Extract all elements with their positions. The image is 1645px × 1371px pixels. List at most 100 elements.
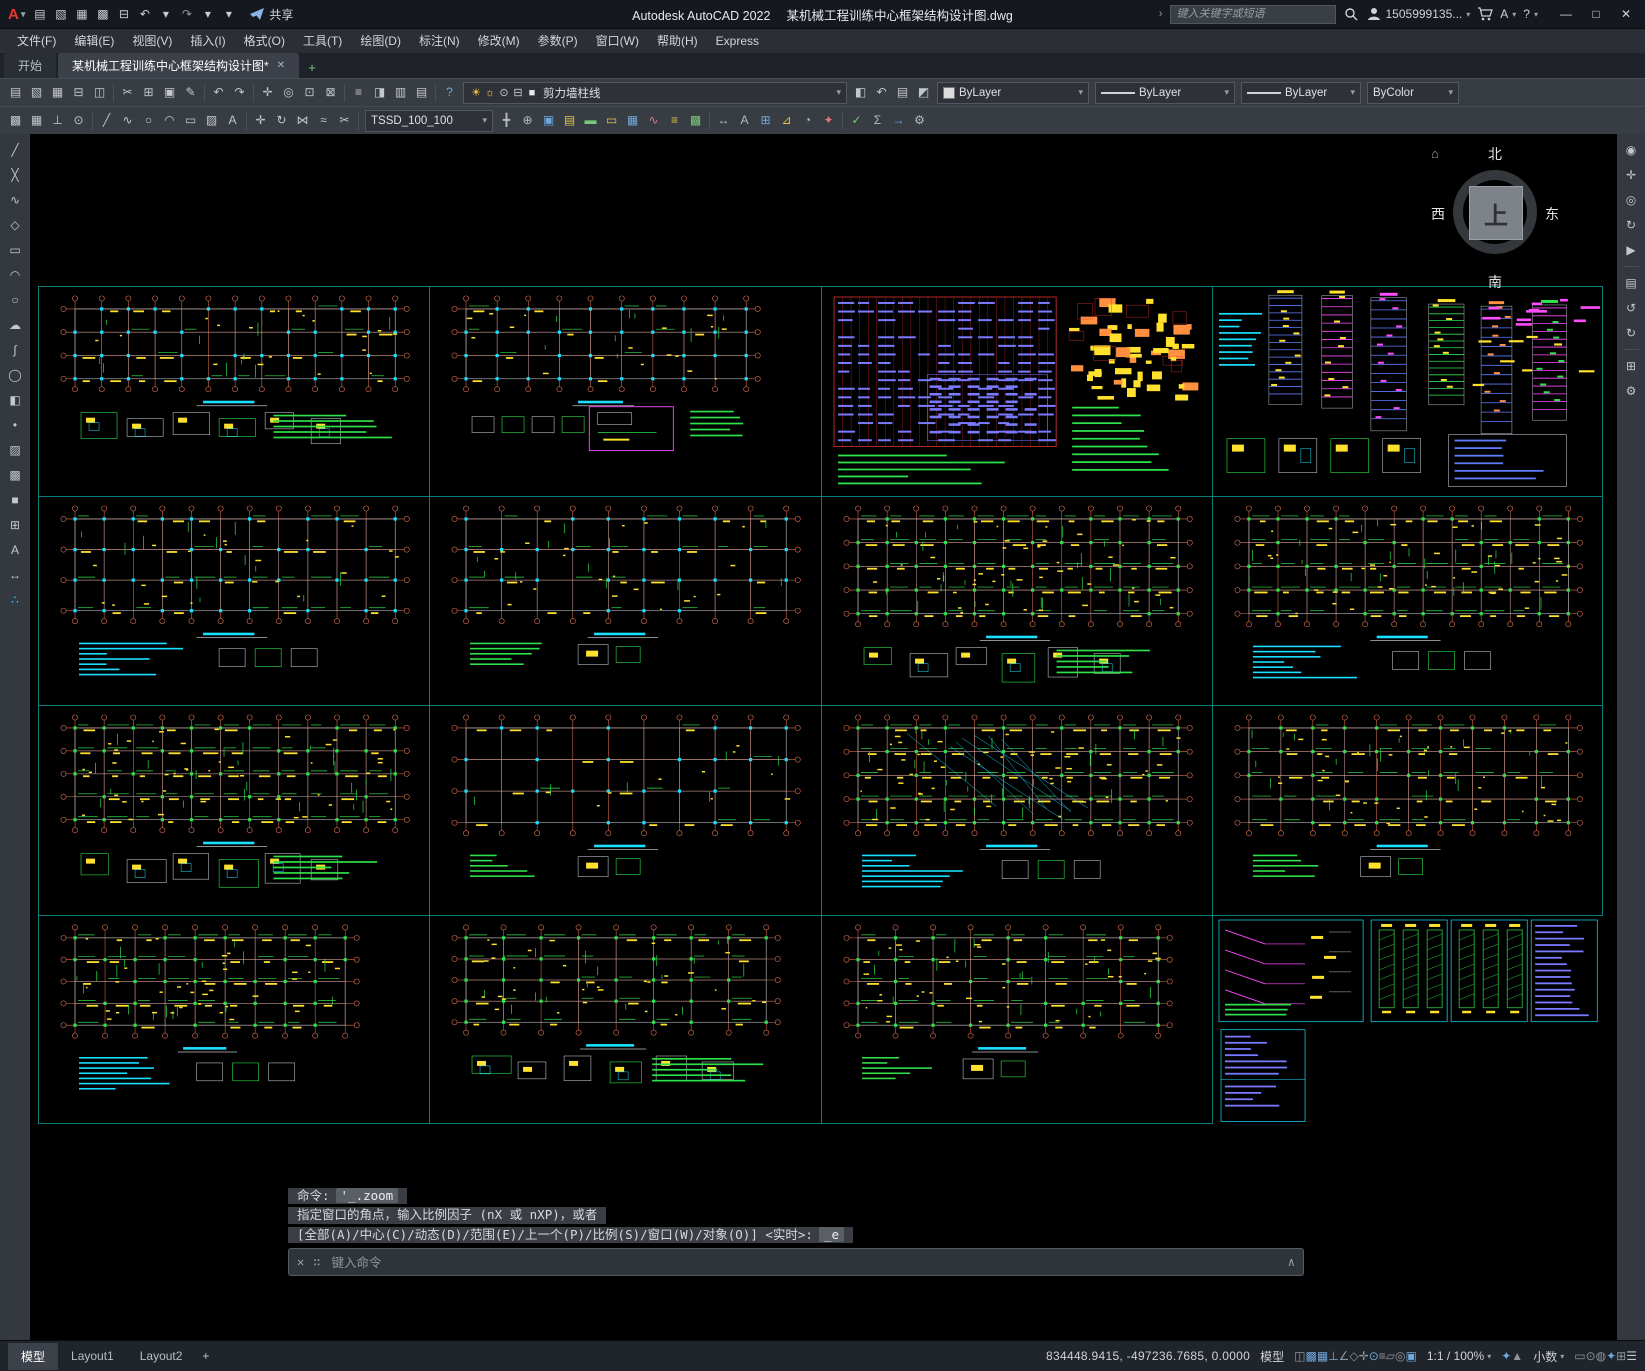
zoom-tool-icon[interactable]: ◎	[1621, 191, 1641, 209]
redo-icon[interactable]: ↷	[176, 7, 197, 21]
menu-item-10[interactable]: 窗口(W)	[587, 29, 648, 53]
clean-screen-icon[interactable]: ⊞	[1616, 1349, 1626, 1363]
redo-caret-icon[interactable]: ▾	[197, 7, 218, 21]
save-icon[interactable]: ▦	[71, 7, 92, 21]
offset-icon[interactable]: ≈	[313, 110, 334, 131]
region-tool-icon[interactable]: ■	[5, 491, 25, 509]
minimize-button[interactable]: —	[1551, 0, 1581, 28]
drawing-panel-6[interactable]	[429, 495, 821, 705]
undo-icon[interactable]: ↶	[208, 82, 229, 103]
rect-tool-icon[interactable]: ▭	[5, 241, 25, 259]
drawing-panel-1[interactable]	[38, 286, 430, 496]
search-icon[interactable]	[1343, 6, 1359, 22]
tssd-section-icon[interactable]: ⊿	[776, 110, 797, 131]
command-input[interactable]	[329, 1253, 1279, 1271]
grid-icon[interactable]: ▦	[1317, 1349, 1328, 1363]
ortho-icon[interactable]: ⊥	[1328, 1349, 1338, 1363]
drawing-panel-4[interactable]	[1211, 286, 1603, 496]
command-close-icon[interactable]: ✕	[297, 1255, 304, 1269]
pan-tool-icon[interactable]: ✛	[1621, 166, 1641, 184]
drawing-panel-7[interactable]	[820, 495, 1212, 705]
layout-tab-model[interactable]: 模型	[8, 1342, 59, 1370]
qnew-icon[interactable]: ▤	[5, 82, 26, 103]
osnap-icon[interactable]: ⊙	[1369, 1349, 1379, 1363]
tssd-column-section-icon[interactable]: ▤	[559, 110, 580, 131]
tssd-foundation-icon[interactable]: ▩	[685, 110, 706, 131]
zoom-previous-icon[interactable]: ⊠	[320, 82, 341, 103]
isodraft-icon[interactable]: ◇	[1349, 1349, 1358, 1363]
menu-item-5[interactable]: 工具(T)	[294, 29, 351, 53]
tab-document[interactable]: 某机械工程训练中心框架结构设计图* ✕	[58, 53, 300, 78]
menu-item-4[interactable]: 格式(O)	[235, 29, 294, 53]
tssd-column-icon[interactable]: ▣	[538, 110, 559, 131]
layer-make-current-icon[interactable]: ◧	[850, 82, 871, 103]
cut-icon[interactable]: ✂	[117, 82, 138, 103]
drawing-canvas[interactable]: ⌂ 北 南 西 东 上 命令: '_.zoom 指定窗口的角点，输入比例因子 (n…	[30, 134, 1617, 1340]
arc-icon[interactable]: ◠	[159, 110, 180, 131]
redo-icon[interactable]: ↷	[229, 82, 250, 103]
drawing-panel-16[interactable]	[1211, 914, 1603, 1124]
insert-block-icon[interactable]: ◧	[5, 391, 25, 409]
designcenter-icon[interactable]: ◨	[369, 82, 390, 103]
palette-dots-icon[interactable]: ∴	[5, 591, 25, 609]
paste-icon[interactable]: ▣	[159, 82, 180, 103]
layer-states-icon[interactable]: ▤	[892, 82, 913, 103]
spline-tool-icon[interactable]: ∫	[5, 341, 25, 359]
tssd-calc-icon[interactable]: Σ	[867, 110, 888, 131]
new-file-icon[interactable]: ▤	[29, 7, 50, 21]
cart-icon[interactable]	[1477, 6, 1494, 22]
fullnav-wheel-icon[interactable]: ◉	[1621, 141, 1641, 159]
tab-close-icon[interactable]: ✕	[277, 60, 285, 71]
circle-tool-icon[interactable]: ○	[5, 291, 25, 309]
pan-icon[interactable]: ✛	[257, 82, 278, 103]
layout-tab-layout1[interactable]: Layout1	[58, 1344, 127, 1368]
polar-icon[interactable]: ∠	[1339, 1349, 1350, 1363]
coordinates-readout[interactable]: 834448.9415, -497236.7685, 0.0000	[1046, 1349, 1250, 1363]
menu-item-3[interactable]: 插入(I)	[181, 29, 234, 53]
table-tool-icon[interactable]: ⊞	[5, 516, 25, 534]
view-back-icon[interactable]: ↺	[1621, 299, 1641, 317]
qat-more-icon[interactable]: ▾	[218, 7, 239, 21]
account-menu[interactable]: 1505999135... ▾	[1366, 6, 1470, 22]
hatch-icon[interactable]: ▨	[201, 110, 222, 131]
drawing-panel-3[interactable]	[820, 286, 1212, 496]
layer-isolate-icon[interactable]: ◩	[913, 82, 934, 103]
tssd-dim-icon[interactable]: ↔	[713, 110, 734, 131]
drawing-panel-14[interactable]	[429, 914, 821, 1124]
drawing-panel-12[interactable]	[1211, 705, 1603, 915]
tssd-rebar-icon[interactable]: ∿	[643, 110, 664, 131]
viewcube-north[interactable]: 北	[1429, 144, 1561, 164]
autocad-logo-menu[interactable]: A ▾	[4, 6, 29, 23]
osnap-toggle-icon[interactable]: ⊙	[68, 110, 89, 131]
tssd-style-combo[interactable]: TSSD_100_100 ▾	[365, 109, 493, 132]
viewcube-west[interactable]: 西	[1431, 204, 1445, 224]
tab-start[interactable]: 开始	[4, 53, 57, 78]
dim-tool-icon[interactable]: ↔	[5, 566, 25, 584]
tssd-beam-section-icon[interactable]: ▭	[601, 110, 622, 131]
fullscreen-icon[interactable]: ⊞	[1621, 357, 1641, 375]
menu-item-1[interactable]: 编辑(E)	[65, 29, 123, 53]
tssd-settings-icon[interactable]: ⚙	[909, 110, 930, 131]
lineweight-combo[interactable]: ByLayer ▾	[1241, 81, 1361, 104]
preview-icon[interactable]: ◫	[89, 82, 110, 103]
tssd-detail-icon[interactable]: ◔	[797, 110, 818, 131]
settings-icon[interactable]: ⚙	[1621, 382, 1641, 400]
drawing-panel-13[interactable]	[38, 914, 430, 1124]
text-icon[interactable]: A	[222, 110, 243, 131]
menu-item-6[interactable]: 绘图(D)	[351, 29, 410, 53]
ortho-toggle-icon[interactable]: ⊥	[47, 110, 68, 131]
open-file-icon[interactable]: ▧	[50, 7, 71, 21]
linetype-combo[interactable]: ByLayer ▾	[1095, 81, 1235, 104]
rect-icon[interactable]: ▭	[180, 110, 201, 131]
save-as-icon[interactable]: ▩	[92, 7, 113, 21]
menu-item-9[interactable]: 参数(P)	[529, 29, 587, 53]
polyline-icon[interactable]: ∿	[117, 110, 138, 131]
line-icon[interactable]: ╱	[96, 110, 117, 131]
showmotion-icon[interactable]: ▶	[1621, 241, 1641, 259]
tssd-table-icon[interactable]: ⊞	[755, 110, 776, 131]
infer-constraints-icon[interactable]: ◫	[1294, 1349, 1305, 1363]
match-properties-icon[interactable]: ✎	[180, 82, 201, 103]
lock-ui-icon[interactable]: ⊙	[1586, 1349, 1596, 1363]
tssd-check-icon[interactable]: ✓	[846, 110, 867, 131]
plot-icon[interactable]: ⊟	[113, 7, 134, 21]
